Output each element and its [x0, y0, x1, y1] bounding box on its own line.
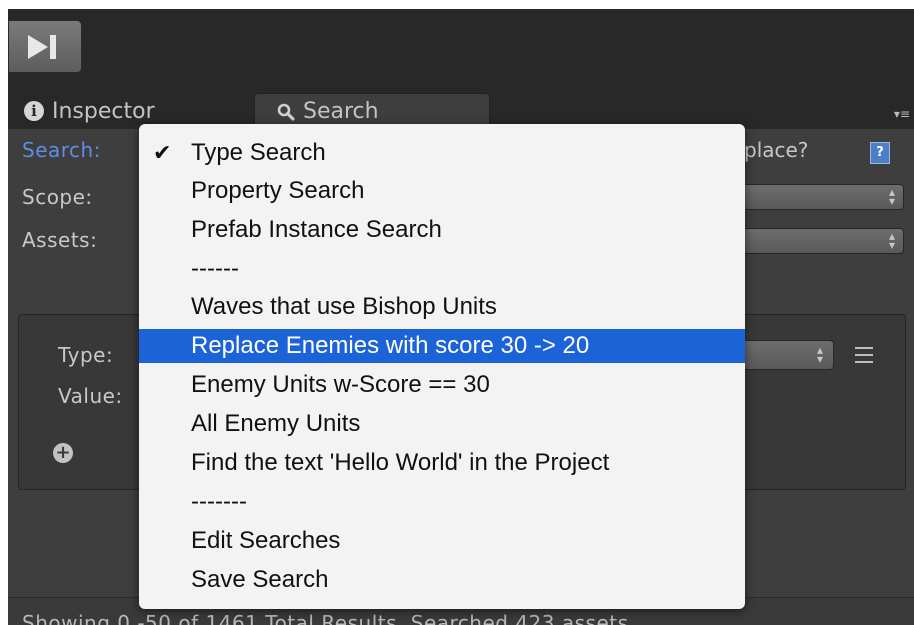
menu-item-all-enemy-units[interactable]: All Enemy Units: [139, 407, 745, 441]
add-icon[interactable]: +: [53, 443, 73, 463]
tab-search-label: Search: [303, 99, 379, 124]
updown-arrows-icon: ▴ ▾: [888, 185, 895, 208]
menu-item-replace-enemies[interactable]: Replace Enemies with score 30 -> 20: [139, 329, 745, 363]
step-forward-icon: [28, 35, 56, 59]
menu-item-property-search[interactable]: Property Search: [139, 174, 745, 208]
menu-item-type-search[interactable]: ✔ Type Search: [139, 136, 745, 170]
menu-item-find-hello-world[interactable]: Find the text 'Hello World' in the Proje…: [139, 446, 745, 480]
assets-dropdown[interactable]: ▴ ▾: [738, 228, 904, 254]
replace-label: place?: [744, 138, 809, 162]
status-text: Showing 0 -50 of 1461 Total Results. Sea…: [22, 611, 636, 625]
step-button[interactable]: [8, 20, 82, 73]
toolbar: [8, 9, 914, 91]
magnifier-icon: [277, 103, 295, 121]
menu-item-label: Type Search: [191, 139, 326, 166]
panel-options-icon[interactable]: ▾≡: [894, 108, 910, 120]
scope-label: Scope:: [22, 185, 93, 209]
menu-item-label: Prefab Instance Search: [191, 216, 442, 243]
value-label: Value:: [58, 384, 123, 408]
menu-item-edit-searches[interactable]: Edit Searches: [139, 524, 745, 558]
separator-label: ------: [191, 255, 239, 282]
menu-item-label: Enemy Units w-Score == 30: [191, 371, 490, 398]
menu-item-label: Save Search: [191, 566, 329, 593]
menu-item-label: Find the text 'Hello World' in the Proje…: [191, 449, 610, 476]
menu-item-label: All Enemy Units: [191, 410, 361, 437]
hamburger-icon[interactable]: [855, 347, 873, 368]
menu-item-label: Property Search: [191, 177, 365, 204]
tab-inspector[interactable]: i Inspector: [24, 93, 155, 129]
checkmark-icon: ✔: [153, 140, 172, 165]
type-label: Type:: [58, 343, 114, 367]
info-icon: i: [24, 101, 44, 121]
menu-item-label: Replace Enemies with score 30 -> 20: [191, 332, 590, 359]
updown-arrows-icon: ▴ ▾: [816, 343, 823, 366]
menu-separator: ------: [139, 252, 745, 286]
separator-label: -------: [191, 488, 247, 515]
search-label: Search:: [22, 138, 101, 162]
menu-item-label: Waves that use Bishop Units: [191, 293, 497, 320]
menu-item-prefab-instance-search[interactable]: Prefab Instance Search: [139, 213, 745, 247]
menu-item-label: Edit Searches: [191, 527, 341, 554]
help-icon[interactable]: ?: [870, 142, 890, 164]
search-type-menu: ✔ Type Search Property Search Prefab Ins…: [139, 124, 745, 609]
menu-separator: -------: [139, 485, 745, 519]
menu-item-save-search[interactable]: Save Search: [139, 563, 745, 597]
scope-dropdown[interactable]: ▴ ▾: [738, 184, 904, 210]
assets-label: Assets:: [22, 228, 98, 252]
updown-arrows-icon: ▴ ▾: [888, 229, 895, 252]
menu-item-enemy-units-score[interactable]: Enemy Units w-Score == 30: [139, 368, 745, 402]
tab-inspector-label: Inspector: [52, 98, 155, 124]
type-dropdown[interactable]: ▴ ▾: [738, 340, 834, 370]
menu-item-waves-bishop[interactable]: Waves that use Bishop Units: [139, 290, 745, 324]
